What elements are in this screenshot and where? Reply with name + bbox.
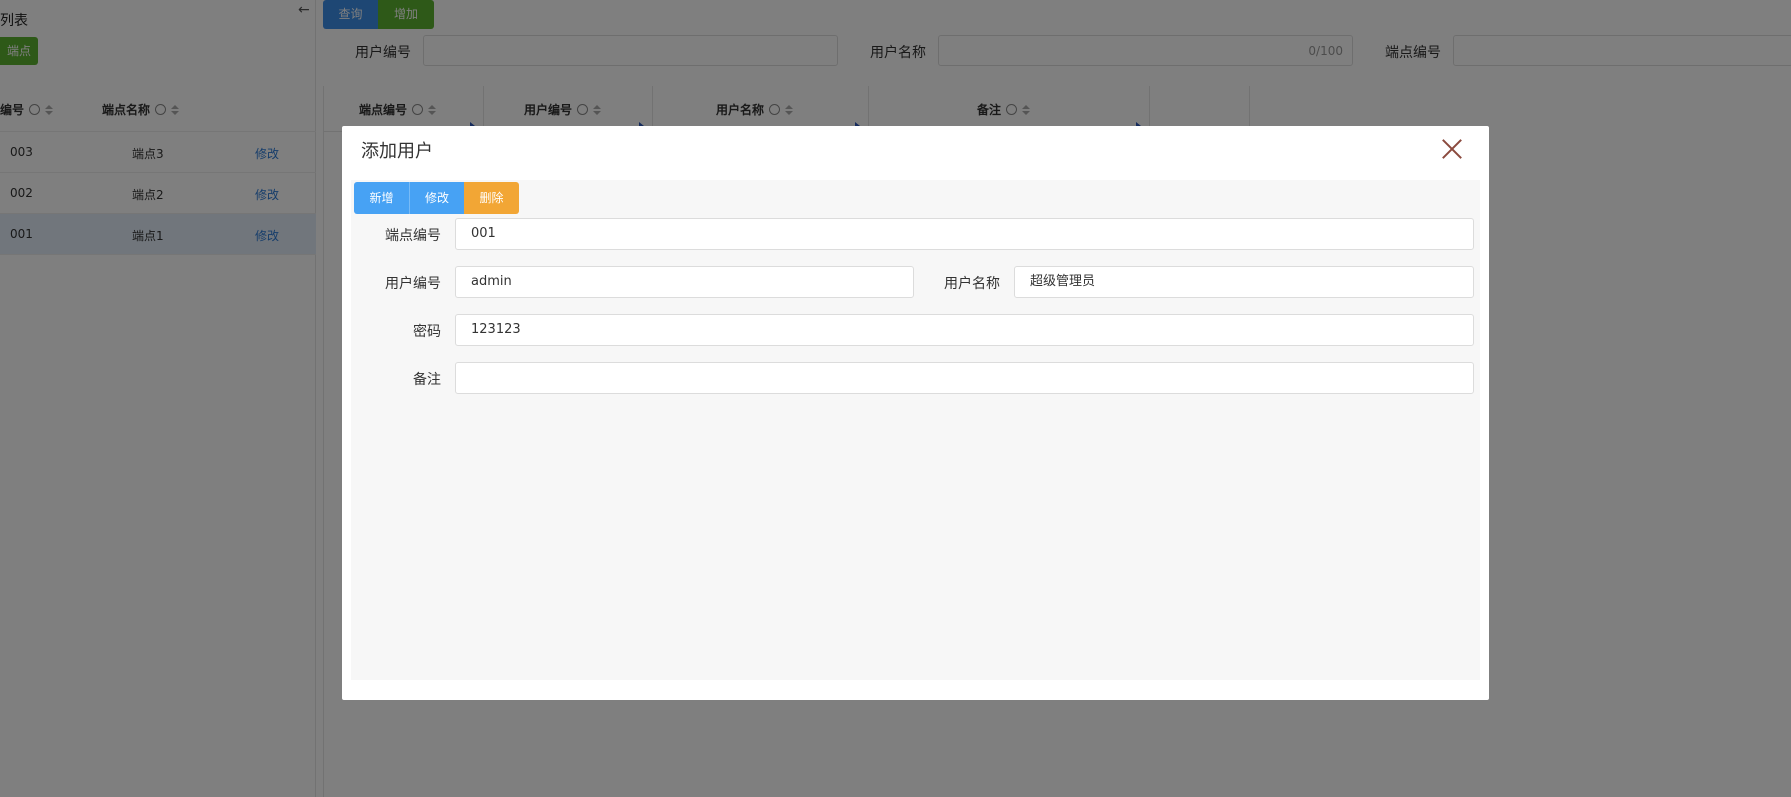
password-input[interactable]: 123123 (455, 314, 1474, 346)
site-code-label: 端点编号 (385, 228, 441, 244)
dialog-body: 新增 修改 删除 端点编号 001 用户编号 admin 用户名称 超级管理员 … (351, 180, 1480, 680)
site-code-input[interactable]: 001 (455, 218, 1474, 250)
user-name-input[interactable]: 超级管理员 (1014, 266, 1474, 298)
edit-button[interactable]: 修改 (409, 182, 464, 214)
add-user-dialog: 添加用户 新增 修改 删除 端点编号 001 用户编号 admin 用户名称 超… (342, 126, 1489, 700)
remark-label: 备注 (413, 372, 441, 388)
close-icon[interactable] (1441, 138, 1463, 160)
delete-button[interactable]: 删除 (464, 182, 519, 214)
dialog-title: 添加用户 (361, 141, 433, 162)
remark-input[interactable] (455, 362, 1474, 394)
user-name-label: 用户名称 (944, 276, 1000, 292)
user-code-input[interactable]: admin (455, 266, 914, 298)
new-button[interactable]: 新增 (354, 182, 409, 214)
password-label: 密码 (413, 324, 441, 340)
user-code-label: 用户编号 (385, 276, 441, 292)
